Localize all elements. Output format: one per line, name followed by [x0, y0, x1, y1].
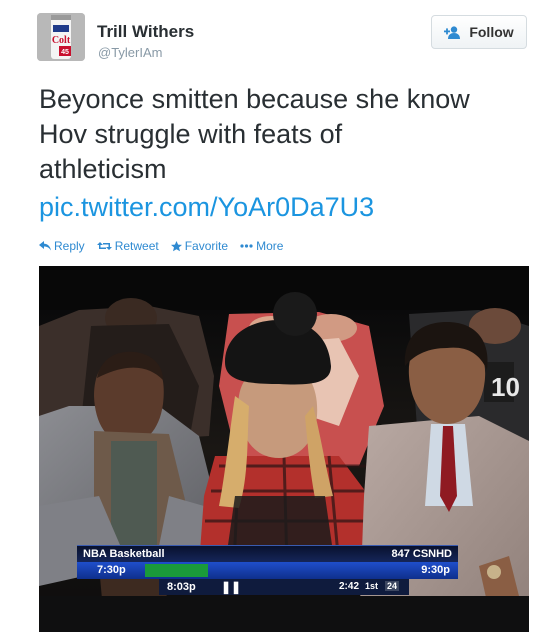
- tweet-text: Beyonce smitten because she know Hov str…: [39, 82, 539, 187]
- tweet-actions: Reply Retweet Favorite More: [39, 239, 283, 253]
- more-button[interactable]: More: [240, 239, 283, 253]
- scoreboard-shot-clock: 24: [385, 581, 400, 591]
- add-user-icon: [444, 25, 461, 39]
- svg-text:45: 45: [61, 49, 69, 56]
- tweet-text-line: Hov struggle with feats of: [39, 119, 343, 149]
- author-name[interactable]: Trill Withers: [97, 22, 194, 42]
- follow-label: Follow: [469, 24, 514, 40]
- more-label: More: [256, 239, 284, 253]
- scoreboard-start-time: 7:30p: [97, 564, 126, 576]
- favorite-button[interactable]: Favorite: [170, 239, 229, 253]
- reply-button[interactable]: Reply: [39, 239, 85, 253]
- scoreboard-period: 1st: [365, 581, 379, 591]
- avatar[interactable]: Colt 45: [37, 13, 85, 61]
- retweet-label: Retweet: [114, 239, 159, 253]
- scoreboard-bottom: 8:03p ❚❚ 2:42 1st 24: [159, 579, 409, 595]
- star-icon: [170, 240, 182, 252]
- scoreboard-game-clock: 2:42: [339, 581, 360, 592]
- retweet-button[interactable]: Retweet: [96, 239, 159, 253]
- tweet-card: Colt 45 Trill Withers @TylerIAm Follow B…: [0, 0, 559, 641]
- more-dots-icon: [240, 244, 253, 248]
- scoreboard-channel: 847 CSNHD: [391, 548, 452, 560]
- pause-icon: ❚❚: [221, 580, 242, 594]
- scoreboard-league: NBA Basketball: [83, 548, 165, 560]
- avatar-beer-can: Colt 45: [37, 13, 85, 61]
- follow-button[interactable]: Follow: [431, 15, 527, 49]
- scoreboard-end-time: 9:30p: [421, 564, 450, 576]
- reply-icon: [39, 241, 51, 251]
- tweet-media-link[interactable]: pic.twitter.com/YoAr0Da7U3: [39, 190, 374, 225]
- tweet-text-line: Beyonce smitten because she know: [39, 84, 470, 114]
- author-handle[interactable]: @TylerIAm: [98, 45, 162, 60]
- scoreboard-timeline: 7:30p 9:30p: [77, 562, 458, 579]
- scoreboard-progress: [145, 564, 208, 577]
- scoreboard-current-time: 8:03p: [167, 581, 196, 593]
- tweet-photo[interactable]: 10 NBA Basketball 847 CSNHD 7:30p 9:30p …: [39, 266, 529, 632]
- tweet-text-line: athleticism: [39, 154, 167, 184]
- scoreboard-top: NBA Basketball 847 CSNHD: [77, 545, 458, 563]
- svg-text:10: 10: [491, 372, 520, 402]
- favorite-label: Favorite: [184, 239, 229, 253]
- retweet-icon: [96, 241, 112, 251]
- reply-label: Reply: [54, 239, 85, 253]
- svg-text:Colt: Colt: [52, 35, 71, 46]
